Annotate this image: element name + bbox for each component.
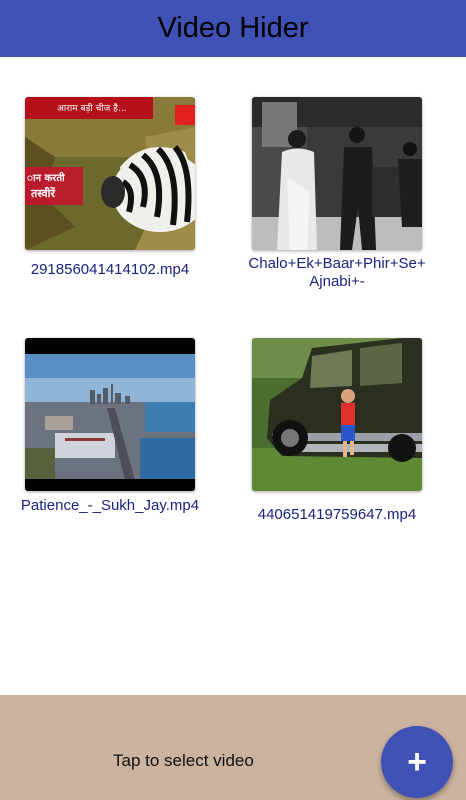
plus-icon: + <box>407 743 427 781</box>
video-grid: आराम बड़ी चीज है... ान करती तस्वीरें 291… <box>0 57 466 695</box>
video-filename: Patience_-_Sukh_Jay.mp4 <box>20 497 200 514</box>
video-filename: 440651419759647.mp4 <box>257 506 417 523</box>
truck-child-thumbnail[interactable] <box>252 338 422 491</box>
add-video-button[interactable]: + <box>381 726 453 798</box>
thumbnail-caption: आराम बड़ी चीज है... <box>57 102 127 114</box>
classic-film-thumbnail[interactable] <box>252 97 422 250</box>
video-filename: 291856041414102.mp4 <box>30 261 190 278</box>
video-filename: Chalo+Ek+Baar+Phir+Se+Ajnabi+- <box>248 255 426 290</box>
app-bar: Video Hider <box>0 0 466 57</box>
thumbnail-caption: तस्वीरें <box>30 186 56 200</box>
zebra-thumbnail[interactable]: आराम बड़ी चीज है... ान करती तस्वीरें <box>25 97 195 250</box>
city-skyline-thumbnail[interactable] <box>25 338 195 491</box>
app-title: Video Hider <box>157 12 309 44</box>
thumbnail-caption: ान करती <box>27 171 65 184</box>
select-video-hint[interactable]: Tap to select video <box>113 751 254 771</box>
